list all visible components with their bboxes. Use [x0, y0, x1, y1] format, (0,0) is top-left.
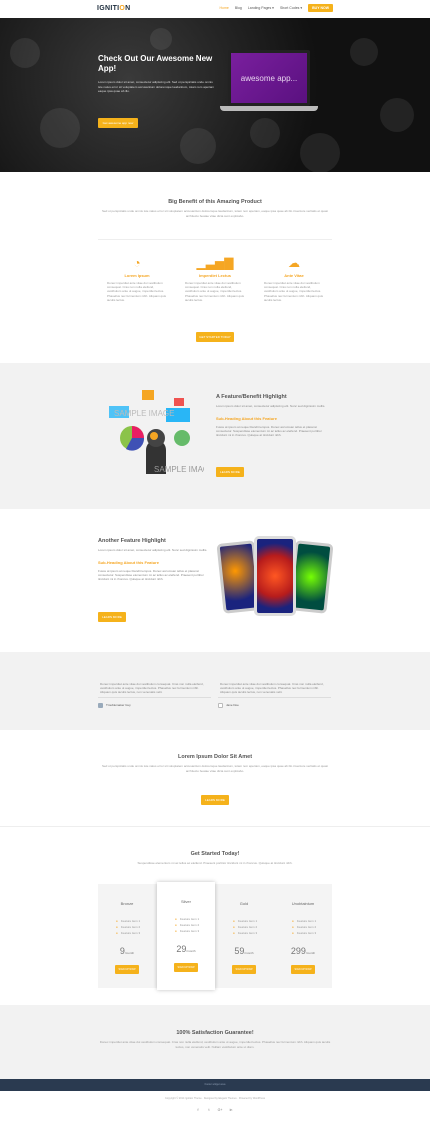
get-started-button[interactable]: GET STARTED TODAY	[196, 332, 234, 342]
dashboard-icon: ◔	[133, 256, 141, 270]
cta-text: Sed ut perspiciatis unde omnis iste natu…	[102, 764, 328, 773]
testimonial-1: Donec imperdiet ante vitae dui vestibulu…	[98, 680, 211, 708]
feature-1-lead: Lorem ipsum dolor sit amet, consectetur …	[216, 404, 326, 408]
buy-now-button[interactable]: BUY NOW	[308, 4, 333, 12]
benefit-item-1: ◔ Lorem Ipsum Donec imperdiet ante vitae…	[107, 256, 167, 302]
laptop-image: awesome app...	[220, 50, 318, 112]
nav-item-landing-pages[interactable]: Landing Pages ▾	[248, 6, 274, 10]
footer-bar: Footer widget area	[0, 1079, 430, 1091]
plan-price: 299/month	[290, 946, 316, 956]
feature-1-section	[0, 363, 430, 509]
cta-learn-more-button[interactable]: LEARN MORE	[201, 795, 229, 805]
plan-gold: Gold Feature item 1Feature item 2Feature…	[215, 884, 273, 988]
plan-price: 59/month	[234, 946, 254, 956]
feature-1-subheading: Sub-Heading About this Feature	[216, 416, 277, 421]
feature-illustration: SAMPLE IMAGE SAMPLE IMAGE	[104, 388, 214, 474]
testimonial-author: Troublemaker Guy	[106, 703, 131, 708]
testimonial-2: Donec imperdiet ante vitae dui vestibulu…	[218, 680, 331, 708]
feature-1-title: A Feature/Benefit Highlight	[216, 394, 287, 400]
benefit-item-2: ▁▃▅▇ Imperdiet Lectus Donec imperdiet an…	[185, 256, 245, 302]
cta-title: Lorem Ipsum Dolor Sit Amet	[177, 754, 253, 760]
signup-button[interactable]: SIGN UP NOW	[232, 965, 256, 974]
landing-page: IGNITION Home Blog Landing Pages ▾ Short…	[0, 0, 430, 1122]
benefits-title: Big Benefit of this Amazing Product	[168, 199, 262, 205]
feature-2-title: Another Feature Highlight	[98, 538, 166, 544]
phones-image	[216, 536, 334, 618]
nav-item-blog[interactable]: Blog	[235, 6, 242, 10]
avatar	[98, 702, 103, 708]
linkedin-icon[interactable]: in	[228, 1107, 234, 1113]
signup-button[interactable]: SIGN UP NOW	[174, 963, 198, 972]
nav-item-home[interactable]: Home	[220, 6, 229, 10]
cloud-download-icon: ☁	[288, 256, 300, 270]
guarantee-title: 100% Satisfaction Guarantee!	[176, 1030, 254, 1036]
svg-text:SAMPLE IMAGE: SAMPLE IMAGE	[114, 409, 174, 418]
site-logo[interactable]: IGNITION	[97, 5, 131, 12]
hero-cta-button[interactable]: Get awesome app now	[98, 118, 138, 128]
nav-item-short-codes[interactable]: Short Codes ▾	[280, 6, 302, 10]
feature-1-learn-more-button[interactable]: LEARN MORE	[216, 467, 244, 477]
plan-price: 9/month	[119, 946, 135, 956]
signal-icon: ▁▃▅▇	[196, 256, 234, 270]
hero-section: Check Out Our Awesome New App! Lorem ips…	[0, 18, 430, 172]
pricing-title: Get Started Today!	[190, 851, 240, 857]
benefits-subtitle: Sed ut perspiciatis unde omnis iste natu…	[102, 209, 328, 218]
feature-2-lead: Lorem ipsum dolor sit amet, consectetur …	[98, 548, 208, 552]
benefits-divider	[98, 239, 332, 240]
feature-2-text: Fusce at ipsum at neque blandit tempus. …	[98, 569, 204, 582]
pricing-subtitle: Suspendisse elementum mi ac tellus ac el…	[137, 861, 293, 865]
testimonials-section	[0, 652, 430, 730]
main-nav: Home Blog Landing Pages ▾ Short Codes ▾ …	[220, 4, 333, 12]
plan-bronze: Bronze Feature item 1Feature item 2Featu…	[98, 884, 156, 988]
testimonial-author: Jane Doe	[226, 703, 239, 708]
avatar	[218, 702, 223, 708]
site-header: IGNITION Home Blog Landing Pages ▾ Short…	[0, 0, 430, 18]
plan-unobtainium: Unobtainium Feature item 1Feature item 2…	[274, 884, 332, 988]
svg-text:SAMPLE IMAGE: SAMPLE IMAGE	[154, 465, 204, 474]
feature-1-text: Fusce at ipsum at neque blandit tempus. …	[216, 425, 322, 438]
benefit-item-3: ☁ Ante Vitae Donec imperdiet ante vitae …	[264, 256, 324, 302]
plan-price: 29/month	[176, 944, 196, 954]
google-plus-icon[interactable]: G+	[217, 1107, 223, 1113]
facebook-icon[interactable]: f	[195, 1107, 201, 1113]
hero-text: Lorem ipsum dolor sit amet, consectetur …	[98, 80, 215, 93]
hero-title: Check Out Our Awesome New App!	[98, 54, 213, 73]
signup-button[interactable]: SIGN UP NOW	[291, 965, 315, 974]
plan-silver: Silver Feature item 1Feature item 2Featu…	[157, 882, 215, 990]
social-links: f t G+ in	[195, 1107, 234, 1113]
guarantee-text: Donec imperdiet ante vitae dui vestibulu…	[99, 1040, 331, 1049]
signup-button[interactable]: SIGN UP NOW	[115, 965, 139, 974]
feature-2-learn-more-button[interactable]: LEARN MORE	[98, 612, 126, 622]
laptop-screen-text: awesome app...	[231, 53, 307, 103]
twitter-icon[interactable]: t	[206, 1107, 212, 1113]
feature-2-subheading: Sub-Heading About this Feature	[98, 560, 159, 565]
copyright-text: Copyright © 2014 Ignition Theme · Design…	[164, 1097, 266, 1100]
